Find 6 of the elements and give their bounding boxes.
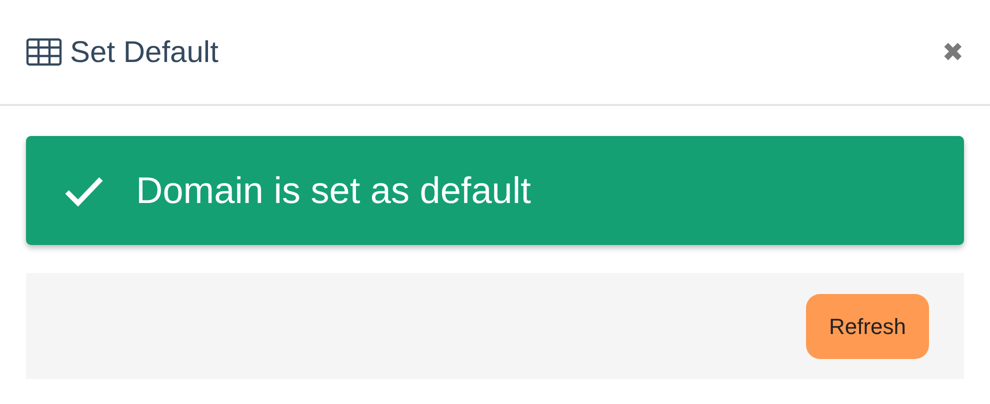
alert-message: Domain is set as default [136, 168, 531, 213]
table-icon [26, 38, 62, 66]
dialog-title: Set Default [70, 34, 218, 70]
checkmark-icon [64, 174, 104, 206]
refresh-button[interactable]: Refresh [806, 294, 929, 358]
close-button[interactable]: ✖ [942, 39, 964, 65]
